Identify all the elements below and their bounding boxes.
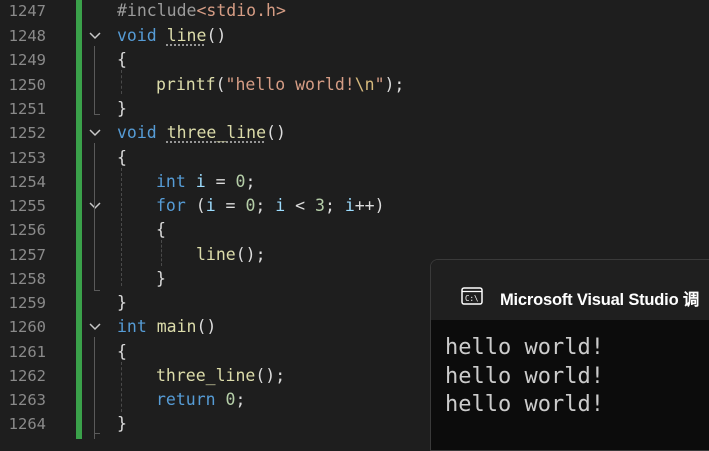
- line-number: 1258: [8, 270, 46, 288]
- line-number: 1262: [8, 367, 46, 385]
- line-number: 1247: [8, 2, 46, 20]
- line-number: 1264: [8, 415, 46, 433]
- line-number: 1252: [8, 124, 46, 142]
- line-number: 1255: [8, 197, 46, 215]
- line-number: 1256: [8, 221, 46, 239]
- code-line: void three_line(): [117, 123, 286, 142]
- fold-toggle-icon[interactable]: [88, 121, 102, 145]
- code-line: for (i = 0; i < 3; i++): [156, 196, 385, 215]
- code-line: printf("hello world!\n");: [156, 75, 405, 94]
- code-line: line();: [196, 245, 266, 264]
- change-indicator-bar: [76, 0, 82, 439]
- line-number: 1260: [8, 318, 46, 336]
- code-line: }: [156, 269, 166, 288]
- fold-region-line: [94, 46, 95, 114]
- code-line: #include<stdio.h>: [117, 1, 286, 20]
- line-number: 1253: [8, 149, 46, 167]
- indent-guide: [161, 240, 162, 266]
- code-line: int main(): [117, 317, 217, 336]
- fold-toggle-icon[interactable]: [88, 194, 102, 218]
- console-output-line: hello world!: [445, 392, 604, 417]
- line-number: 1263: [8, 391, 46, 409]
- code-line: }: [117, 99, 127, 118]
- code-line: three_line();: [156, 366, 286, 385]
- console-icon: C:\: [461, 287, 483, 309]
- fold-region-end: [94, 433, 100, 434]
- console-title-bar[interactable]: C:\ Microsoft Visual Studio 调: [431, 260, 709, 320]
- line-number: 1257: [8, 246, 46, 264]
- console-title: Microsoft Visual Studio 调: [500, 291, 700, 309]
- indent-guide: [121, 362, 122, 412]
- line-number: 1254: [8, 173, 46, 191]
- debug-console-window[interactable]: C:\ Microsoft Visual Studio 调 hello worl…: [430, 259, 709, 451]
- svg-text:C:\: C:\: [465, 294, 479, 303]
- fold-region-end: [94, 114, 100, 115]
- fold-toggle-icon[interactable]: [88, 24, 102, 48]
- line-number: 1261: [8, 343, 46, 361]
- indent-guide: [121, 168, 122, 286]
- code-line: void line(): [117, 26, 227, 45]
- code-line: int i = 0;: [156, 172, 256, 191]
- code-line: {: [117, 148, 127, 167]
- code-line: }: [117, 293, 127, 312]
- indent-guide: [121, 70, 122, 94]
- fold-region-end: [94, 290, 100, 291]
- fold-region-line: [94, 337, 95, 439]
- line-number: 1259: [8, 294, 46, 312]
- console-output-line: hello world!: [445, 363, 604, 389]
- console-output-line: hello world!: [445, 335, 604, 360]
- console-output: hello world! hello world! hello world!: [445, 334, 604, 420]
- line-number-gutter: 1247 1248 1249 1250 1251 1252 1253 1254 …: [0, 0, 62, 439]
- fold-region-line: [94, 216, 95, 277]
- code-line: return 0;: [156, 390, 246, 409]
- line-number: 1250: [8, 76, 46, 94]
- line-number: 1251: [8, 100, 46, 118]
- code-line: {: [117, 342, 127, 361]
- line-number: 1249: [8, 51, 46, 69]
- code-line: {: [156, 220, 166, 239]
- line-number: 1248: [8, 27, 46, 45]
- code-line: {: [117, 50, 127, 69]
- code-line: }: [117, 414, 127, 433]
- fold-toggle-icon[interactable]: [88, 315, 102, 339]
